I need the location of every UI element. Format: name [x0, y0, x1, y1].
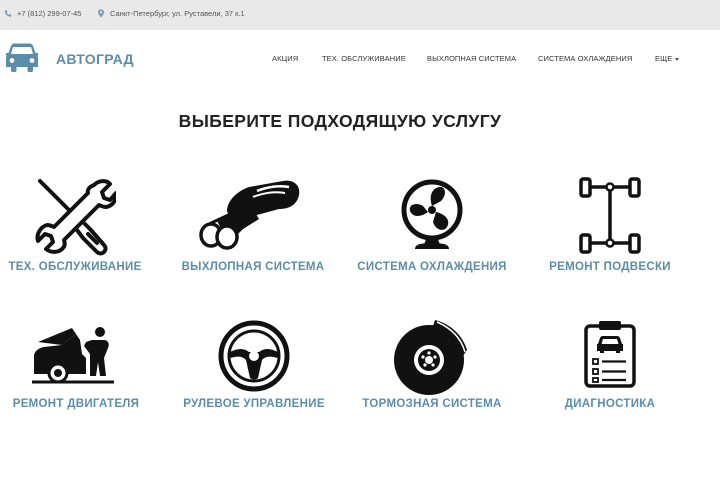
service-label: ДИАГНОСТИКА	[564, 398, 656, 410]
nav-item-akciya[interactable]: АКЦИЯ	[272, 54, 298, 63]
service-label: ТОРМОЗНАЯ СИСТЕМА	[362, 398, 502, 410]
service-card-suspension[interactable]: РЕМОНТ ПОДВЕСКИ	[522, 175, 698, 280]
logo-text[interactable]: АВТОГРАД	[56, 51, 134, 67]
service-card-steering[interactable]: РУЛЕВОЕ УПРАВЛЕНИЕ	[166, 318, 342, 418]
service-label: РЕМОНТ ПОДВЕСКИ	[549, 261, 671, 273]
nav-item-more[interactable]: ЕЩЕ	[655, 54, 680, 63]
phone-contact[interactable]: +7 (812) 299-07-45	[4, 9, 81, 18]
address-text: Санкт-Петербург, ул. Руставели, 37 к.1	[110, 9, 245, 18]
service-label: РУЛЕВОЕ УПРАВЛЕНИЕ	[183, 398, 325, 410]
service-label: ВЫХЛОПНАЯ СИСТЕМА	[181, 261, 325, 273]
nav-item-cooling[interactable]: СИСТЕМА ОХЛАЖДЕНИЯ	[538, 54, 632, 63]
mechanic-car-icon	[32, 327, 114, 384]
site-header: АВТОГРАД АКЦИЯ ТЕХ. ОБСЛУЖИВАНИЕ ВЫХЛОПН…	[0, 30, 720, 88]
brake-disc-icon	[394, 320, 467, 395]
car-icon[interactable]	[4, 42, 40, 74]
chassis-icon	[579, 177, 641, 254]
service-card-diagnostics[interactable]: ДИАГНОСТИКА	[522, 318, 698, 418]
exhaust-muffler-icon	[199, 180, 300, 250]
nav-item-exhaust[interactable]: ВЫХЛОПНАЯ СИСТЕМА	[427, 54, 516, 63]
clipboard-icon	[584, 321, 636, 388]
service-label: СИСТЕМА ОХЛАЖДЕНИЯ	[357, 261, 507, 273]
page-title: ВЫБЕРИТЕ ПОДХОДЯЩУЮ УСЛУГУ	[178, 111, 502, 131]
steering-wheel-icon	[218, 320, 290, 392]
fan-icon	[401, 179, 463, 249]
map-pin-icon	[98, 9, 104, 18]
nav-more-label: ЕЩЕ	[655, 54, 673, 63]
top-bar: +7 (812) 299-07-45 Санкт-Петербург, ул. …	[0, 0, 720, 30]
service-card-maintenance[interactable]: ТЕХ. ОБСЛУЖИВАНИЕ	[0, 175, 163, 280]
nav-item-maintenance[interactable]: ТЕХ. ОБСЛУЖИВАНИЕ	[322, 54, 406, 63]
phone-number: +7 (812) 299-07-45	[17, 9, 82, 18]
chevron-down-icon	[675, 57, 680, 61]
address-contact: Санкт-Петербург, ул. Руставели, 37 к.1	[97, 9, 245, 18]
service-label: РЕМОНТ ДВИГАТЕЛЯ	[12, 398, 140, 410]
service-card-engine[interactable]: РЕМОНТ ДВИГАТЕЛЯ	[0, 318, 164, 418]
service-label: ТЕХ. ОБСЛУЖИВАНИЕ	[8, 261, 142, 273]
service-card-exhaust[interactable]: ВЫХЛОПНАЯ СИСТЕМА	[165, 175, 341, 280]
service-card-brakes[interactable]: ТОРМОЗНАЯ СИСТЕМА	[344, 318, 520, 418]
service-card-cooling[interactable]: СИСТЕМА ОХЛАЖДЕНИЯ	[344, 175, 520, 280]
phone-icon	[4, 10, 12, 17]
wrench-screwdriver-icon	[35, 179, 116, 256]
